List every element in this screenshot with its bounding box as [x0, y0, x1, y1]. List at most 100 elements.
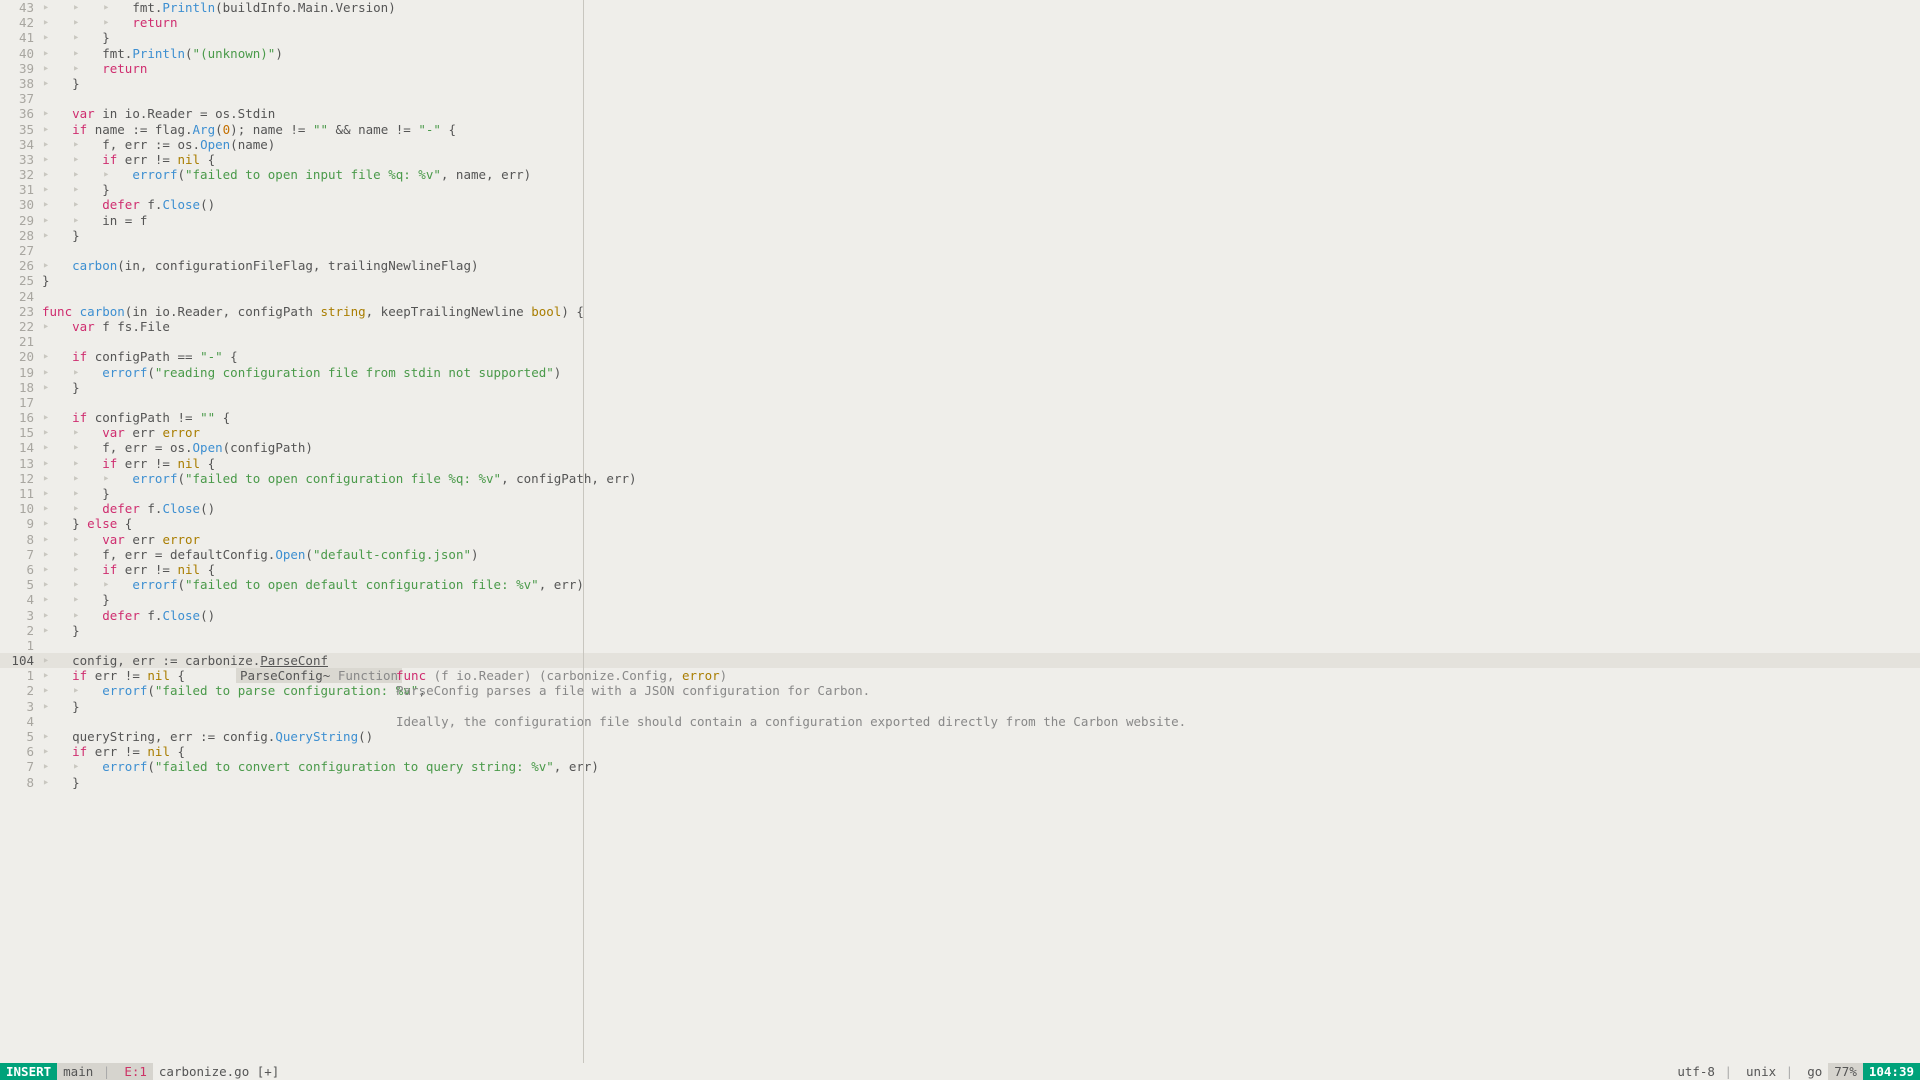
code-line[interactable]: 4‣ ‣ }: [0, 592, 1920, 607]
file-name: carbonize.go [+]: [153, 1063, 285, 1080]
code-line[interactable]: 31‣ ‣ }: [0, 182, 1920, 197]
line-number: 3: [0, 699, 42, 714]
code-line[interactable]: 23func carbon(in io.Reader, configPath s…: [0, 304, 1920, 319]
code-line[interactable]: 24: [0, 289, 1920, 304]
code-line[interactable]: 29‣ ‣ in = f: [0, 213, 1920, 228]
completion-doc-line2: Ideally, the configuration file should c…: [396, 714, 1186, 729]
code-line[interactable]: 7‣ ‣ errorf("failed to convert configura…: [0, 759, 1920, 774]
line-number: 32: [0, 167, 42, 182]
line-number: 41: [0, 30, 42, 45]
line-number: 2: [0, 683, 42, 698]
line-number: 23: [0, 304, 42, 319]
line-number: 9: [0, 516, 42, 531]
code-line[interactable]: 11‣ ‣ }: [0, 486, 1920, 501]
code-line[interactable]: 38‣ }: [0, 76, 1920, 91]
line-number: 37: [0, 91, 42, 106]
line-number: 33: [0, 152, 42, 167]
line-number: 10: [0, 501, 42, 516]
code-line[interactable]: 21: [0, 334, 1920, 349]
code-line[interactable]: 1: [0, 638, 1920, 653]
line-number: 2: [0, 623, 42, 638]
line-number: 18: [0, 380, 42, 395]
code-line[interactable]: 15‣ ‣ var err error: [0, 425, 1920, 440]
code-line[interactable]: 30‣ ‣ defer f.Close(): [0, 197, 1920, 212]
line-number: 36: [0, 106, 42, 121]
line-number: 15: [0, 425, 42, 440]
line-number: 27: [0, 243, 42, 258]
mode-indicator: INSERT: [0, 1063, 57, 1080]
code-line[interactable]: 10‣ ‣ defer f.Close(): [0, 501, 1920, 516]
code-line[interactable]: 8‣ ‣ var err error: [0, 532, 1920, 547]
line-number: 16: [0, 410, 42, 425]
scroll-percent: 77%: [1828, 1063, 1863, 1080]
code-line[interactable]: 18‣ }: [0, 380, 1920, 395]
code-line[interactable]: 40‣ ‣ fmt.Println("(unknown)"): [0, 46, 1920, 61]
code-line[interactable]: 14‣ ‣ f, err = os.Open(configPath): [0, 440, 1920, 455]
code-line[interactable]: 17: [0, 395, 1920, 410]
line-number: 42: [0, 15, 42, 30]
code-line[interactable]: 41‣ ‣ }: [0, 30, 1920, 45]
line-number: 14: [0, 440, 42, 455]
git-branch: main |: [57, 1063, 118, 1080]
file-type: go: [1801, 1063, 1828, 1080]
code-line[interactable]: 6‣ ‣ if err != nil {: [0, 562, 1920, 577]
line-number: 1: [0, 668, 42, 683]
code-line[interactable]: 3‣ }: [0, 699, 1920, 714]
line-number: 6: [0, 562, 42, 577]
line-number: 25: [0, 273, 42, 288]
line-number: 28: [0, 228, 42, 243]
code-line[interactable]: 9‣ } else {: [0, 516, 1920, 531]
code-line[interactable]: 33‣ ‣ if err != nil {: [0, 152, 1920, 167]
code-line[interactable]: 19‣ ‣ errorf("reading configuration file…: [0, 365, 1920, 380]
code-line[interactable]: 6‣ if err != nil {: [0, 744, 1920, 759]
code-line[interactable]: 5‣ ‣ ‣ errorf("failed to open default co…: [0, 577, 1920, 592]
code-line[interactable]: 42‣ ‣ ‣ return: [0, 15, 1920, 30]
line-number: 43: [0, 0, 42, 15]
line-number: 1: [0, 638, 42, 653]
line-number: 24: [0, 289, 42, 304]
completion-kind: Function: [338, 668, 398, 683]
line-number: 40: [0, 46, 42, 61]
code-line[interactable]: 104‣ config, err := carbonize.ParseConf: [0, 653, 1920, 668]
code-line[interactable]: 34‣ ‣ f, err := os.Open(name): [0, 137, 1920, 152]
line-number: 6: [0, 744, 42, 759]
code-line[interactable]: 20‣ if configPath == "-" {: [0, 349, 1920, 364]
encoding: utf-8 |: [1671, 1063, 1740, 1080]
code-line[interactable]: 8‣ }: [0, 775, 1920, 790]
cursor-position: 104:39: [1863, 1063, 1920, 1080]
code-line[interactable]: 43‣ ‣ ‣ fmt.Println(buildInfo.Main.Versi…: [0, 0, 1920, 15]
line-number: 34: [0, 137, 42, 152]
code-line[interactable]: 7‣ ‣ f, err = defaultConfig.Open("defaul…: [0, 547, 1920, 562]
code-line[interactable]: 5‣ queryString, err := config.QueryStrin…: [0, 729, 1920, 744]
code-line[interactable]: 28‣ }: [0, 228, 1920, 243]
code-line[interactable]: 35‣ if name := flag.Arg(0); name != "" &…: [0, 122, 1920, 137]
editor-pane[interactable]: 43‣ ‣ ‣ fmt.Println(buildInfo.Main.Versi…: [0, 0, 1920, 1080]
line-number: 5: [0, 729, 42, 744]
code-line[interactable]: 27: [0, 243, 1920, 258]
code-line[interactable]: 39‣ ‣ return: [0, 61, 1920, 76]
code-line[interactable]: 13‣ ‣ if err != nil {: [0, 456, 1920, 471]
code-line[interactable]: 16‣ if configPath != "" {: [0, 410, 1920, 425]
completion-item[interactable]: ParseConfig~: [240, 668, 330, 683]
code-line[interactable]: 36‣ var in io.Reader = os.Stdin: [0, 106, 1920, 121]
code-line[interactable]: 2‣ ‣ errorf("failed to parse configurati…: [0, 683, 1920, 698]
completion-popup[interactable]: ParseConfig~ Function: [236, 668, 402, 683]
line-number: 4: [0, 592, 42, 607]
code-line[interactable]: 32‣ ‣ ‣ errorf("failed to open input fil…: [0, 167, 1920, 182]
line-number: 7: [0, 759, 42, 774]
vertical-split-divider: [583, 0, 584, 1080]
line-number: 21: [0, 334, 42, 349]
line-number: 4: [0, 714, 42, 729]
line-number: 20: [0, 349, 42, 364]
completion-signature: func (f io.Reader) (carbonize.Config, er…: [396, 668, 727, 683]
line-number: 39: [0, 61, 42, 76]
code-line[interactable]: 3‣ ‣ defer f.Close(): [0, 608, 1920, 623]
code-line[interactable]: 26‣ carbon(in, configurationFileFlag, tr…: [0, 258, 1920, 273]
code-line[interactable]: 22‣ var f fs.File: [0, 319, 1920, 334]
code-line[interactable]: 37: [0, 91, 1920, 106]
line-number: 38: [0, 76, 42, 91]
code-line[interactable]: 2‣ }: [0, 623, 1920, 638]
code-line[interactable]: 25}: [0, 273, 1920, 288]
line-number: 22: [0, 319, 42, 334]
code-line[interactable]: 12‣ ‣ ‣ errorf("failed to open configura…: [0, 471, 1920, 486]
